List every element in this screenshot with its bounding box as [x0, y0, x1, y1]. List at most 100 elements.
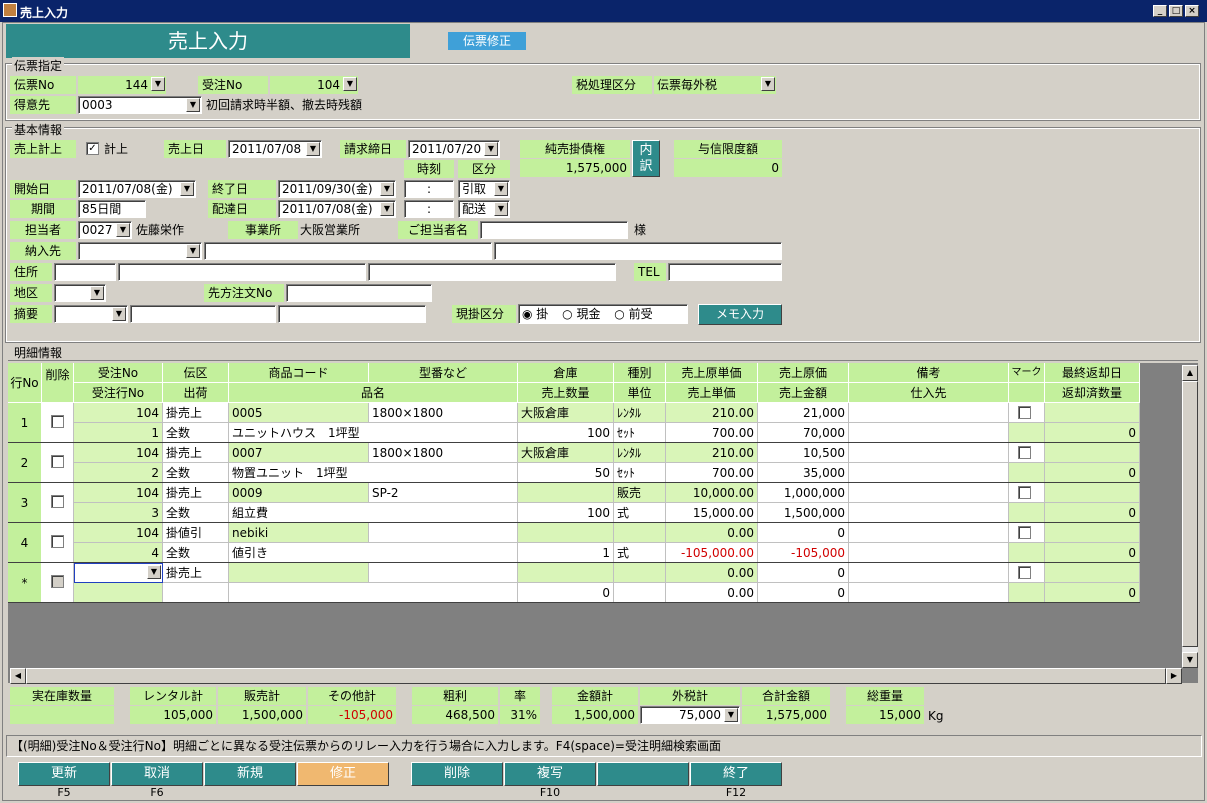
- amount-cell[interactable]: -105,000: [758, 543, 849, 563]
- amount-cell[interactable]: 70,000: [758, 423, 849, 443]
- minimize-button[interactable]: _: [1153, 5, 1167, 17]
- area-select[interactable]: ▼: [54, 284, 106, 302]
- mark-checkbox[interactable]: [1018, 406, 1031, 419]
- scroll-up-icon[interactable]: ▲: [1182, 365, 1198, 381]
- delivery-date-field[interactable]: 2011/07/08(金) ▼: [278, 200, 396, 218]
- address1-field[interactable]: [118, 263, 366, 281]
- chevron-down-icon[interactable]: ▼: [186, 98, 200, 112]
- horizontal-scrollbar[interactable]: ◀ ▶: [10, 668, 1182, 684]
- last-return-cell[interactable]: [1045, 523, 1140, 543]
- mark2-cell[interactable]: [1009, 543, 1045, 563]
- start-date-field[interactable]: 2011/07/08(金) ▼: [78, 180, 196, 198]
- kind-cell[interactable]: ﾚﾝﾀﾙ: [614, 403, 666, 423]
- qty-cell[interactable]: 100: [518, 423, 614, 443]
- chevron-down-icon[interactable]: ▼: [186, 244, 200, 258]
- supplier-cell[interactable]: [849, 503, 1009, 523]
- breakdown-button[interactable]: 内 訳: [632, 140, 660, 177]
- chevron-down-icon[interactable]: ▼: [380, 202, 394, 216]
- radio-kake[interactable]: ◉ 掛: [522, 307, 548, 321]
- cost-unit-cell[interactable]: 210.00: [666, 443, 758, 463]
- supplier-cell[interactable]: [849, 583, 1009, 603]
- last-return-cell[interactable]: [1045, 403, 1140, 423]
- fbutton-7[interactable]: [597, 762, 689, 786]
- fbutton-4[interactable]: 修正: [297, 762, 389, 786]
- last-return-cell[interactable]: [1045, 483, 1140, 503]
- unit-cell[interactable]: 式: [614, 503, 666, 523]
- time1-field[interactable]: :: [404, 180, 454, 198]
- last-return-cell[interactable]: [1045, 443, 1140, 463]
- slip-no-field[interactable]: 144 ▼: [78, 76, 166, 94]
- mark-cell[interactable]: [1009, 563, 1045, 583]
- warehouse-cell[interactable]: [518, 563, 614, 583]
- mark-cell[interactable]: [1009, 403, 1045, 423]
- ship-cell[interactable]: 全数: [163, 463, 229, 483]
- fbutton-6[interactable]: 複写: [504, 762, 596, 786]
- model-cell[interactable]: SP-2: [369, 483, 518, 503]
- mark2-cell[interactable]: [1009, 423, 1045, 443]
- product-code-cell[interactable]: 0009: [229, 483, 369, 503]
- order-line-cell[interactable]: 2: [74, 463, 163, 483]
- denku-cell[interactable]: 掛売上: [163, 403, 229, 423]
- kind-cell[interactable]: [614, 523, 666, 543]
- returned-qty-cell[interactable]: 0: [1045, 423, 1140, 443]
- scroll-down-icon[interactable]: ▼: [1182, 652, 1198, 668]
- billing-date-field[interactable]: 2011/07/20 ▼: [408, 140, 500, 158]
- fbutton-5[interactable]: 削除: [411, 762, 503, 786]
- ext-order-field[interactable]: [286, 284, 432, 302]
- mark-cell[interactable]: [1009, 523, 1045, 543]
- summary-field1[interactable]: [130, 305, 276, 323]
- end-date-field[interactable]: 2011/09/30(金) ▼: [278, 180, 396, 198]
- tax-select[interactable]: 伝票毎外税 ▼: [654, 76, 776, 94]
- product-name-cell[interactable]: ユニットハウス 1坪型: [229, 423, 518, 443]
- warehouse-cell[interactable]: [518, 523, 614, 543]
- returned-qty-cell[interactable]: 0: [1045, 503, 1140, 523]
- delete-checkbox[interactable]: [51, 575, 64, 588]
- amount-cell[interactable]: 0: [758, 583, 849, 603]
- sales-post-checkbox[interactable]: ✓: [86, 142, 99, 155]
- chevron-down-icon[interactable]: ▼: [151, 77, 165, 91]
- chevron-down-icon[interactable]: ▼: [180, 182, 194, 196]
- product-name-cell[interactable]: 値引き: [229, 543, 518, 563]
- fbutton-1[interactable]: 更新: [18, 762, 110, 786]
- returned-qty-cell[interactable]: 0: [1045, 583, 1140, 603]
- unit-cell[interactable]: 式: [614, 543, 666, 563]
- qty-cell[interactable]: 50: [518, 463, 614, 483]
- remarks-cell[interactable]: [849, 443, 1009, 463]
- price-cell[interactable]: -105,000.00: [666, 543, 758, 563]
- denku-cell[interactable]: 掛売上: [163, 563, 229, 583]
- unit-cell[interactable]: ｾｯﾄ: [614, 463, 666, 483]
- address2-field[interactable]: [368, 263, 616, 281]
- order-no-field[interactable]: 104 ▼: [270, 76, 358, 94]
- maximize-button[interactable]: □: [1169, 5, 1183, 17]
- summary-field2[interactable]: [278, 305, 426, 323]
- sales-date-field[interactable]: 2011/07/08 ▼: [228, 140, 322, 158]
- mark-cell[interactable]: [1009, 443, 1045, 463]
- scroll-left-icon[interactable]: ◀: [10, 668, 26, 684]
- mark-checkbox[interactable]: [1018, 566, 1031, 579]
- order-line-cell[interactable]: 3: [74, 503, 163, 523]
- ship-cell[interactable]: [163, 583, 229, 603]
- amount-cell[interactable]: 1,500,000: [758, 503, 849, 523]
- model-cell[interactable]: [369, 563, 518, 583]
- denku-cell[interactable]: 掛値引: [163, 523, 229, 543]
- zip-field[interactable]: [54, 263, 116, 281]
- delete-checkbox[interactable]: [51, 455, 64, 468]
- mark2-cell[interactable]: [1009, 503, 1045, 523]
- chevron-down-icon[interactable]: ▼: [494, 202, 508, 216]
- period-field[interactable]: 85日間: [78, 200, 146, 218]
- mark-checkbox[interactable]: [1018, 486, 1031, 499]
- summary-select[interactable]: ▼: [54, 305, 128, 323]
- ship-cell[interactable]: 全数: [163, 503, 229, 523]
- price-cell[interactable]: 15,000.00: [666, 503, 758, 523]
- chevron-down-icon[interactable]: ▼: [761, 77, 775, 91]
- ship-cell[interactable]: 全数: [163, 543, 229, 563]
- product-code-cell[interactable]: 0005: [229, 403, 369, 423]
- cost-cell[interactable]: 1,000,000: [758, 483, 849, 503]
- unit-cell[interactable]: [614, 583, 666, 603]
- staff-code-field[interactable]: 0027 ▼: [78, 221, 132, 239]
- close-button[interactable]: ×: [1185, 5, 1199, 17]
- denku-cell[interactable]: 掛売上: [163, 443, 229, 463]
- customer-field[interactable]: 0003 ▼: [78, 96, 202, 114]
- tax-total-select[interactable]: 75,000 ▼: [640, 706, 740, 724]
- chevron-down-icon[interactable]: ▼: [494, 182, 508, 196]
